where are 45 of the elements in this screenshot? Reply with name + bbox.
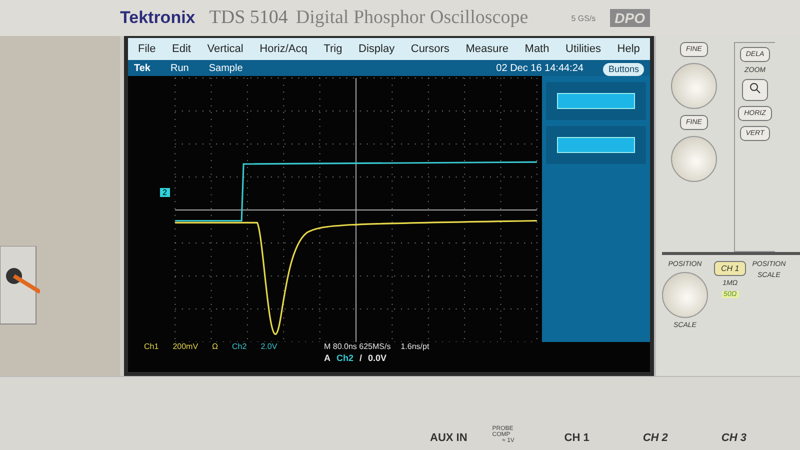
rotary-knob[interactable]: [671, 63, 717, 109]
magnifier-icon: [749, 82, 761, 94]
readout-text: Ch2: [232, 342, 247, 351]
readout-text: Ω: [212, 342, 218, 351]
channel-port-label: CH 1: [564, 432, 590, 444]
buttons-toggle[interactable]: Buttons: [603, 62, 644, 76]
side-menu-slot[interactable]: [546, 126, 646, 164]
menu-item[interactable]: Vertical: [207, 43, 244, 55]
menu-item[interactable]: File: [138, 43, 156, 55]
readout-text: A: [324, 353, 330, 363]
menu-item[interactable]: Measure: [466, 43, 508, 55]
timebase-readout: 1.6ns/pt: [400, 342, 430, 351]
channel-port-label: CH 2: [642, 432, 669, 444]
readout-text: Ch1: [144, 342, 159, 351]
readout-text: 2.0V: [260, 342, 278, 351]
channel-button[interactable]: CH 1: [714, 261, 746, 276]
menu-item[interactable]: Utilities: [566, 43, 601, 55]
channel-port-label: CH 3: [721, 432, 748, 444]
menu-item[interactable]: Help: [617, 43, 640, 55]
readout-text: 0.0V: [368, 353, 387, 363]
sample-rate-label: 5 GS/s: [571, 14, 596, 22]
readout-text: /: [360, 353, 362, 363]
readout-text: Ch2: [336, 353, 354, 363]
timebase-readout: M 80.0ns 625MS/s: [324, 342, 391, 351]
model-number: TDS 5104: [209, 7, 288, 29]
acquisition-state: Run: [170, 62, 189, 74]
menu-item[interactable]: Edit: [172, 43, 191, 55]
zoom-button[interactable]: [742, 79, 768, 101]
side-menu-slot[interactable]: [546, 82, 646, 120]
brand-label: Tek: [134, 62, 150, 74]
date-time: 02 Dec 16 14:44:24: [496, 62, 584, 74]
port-label: AUX IN: [430, 432, 468, 444]
readout-text: 200mV: [172, 342, 198, 351]
menu-item[interactable]: Trig: [324, 43, 342, 55]
menu-item[interactable]: Math: [524, 43, 550, 55]
brand-logo: Tektronix: [120, 8, 196, 28]
menu-item[interactable]: Horiz/Acq: [260, 43, 308, 55]
menu-item[interactable]: Cursors: [410, 43, 450, 55]
channel-marker: 2: [160, 188, 170, 197]
menu-item[interactable]: Display: [358, 43, 395, 55]
device-title: Digital Phosphor Oscilloscope: [296, 7, 528, 29]
rotary-knob[interactable]: [662, 272, 708, 318]
product-badge: DPO: [610, 9, 650, 27]
rotary-knob[interactable]: [671, 136, 717, 182]
acquisition-mode: Sample: [208, 62, 243, 74]
